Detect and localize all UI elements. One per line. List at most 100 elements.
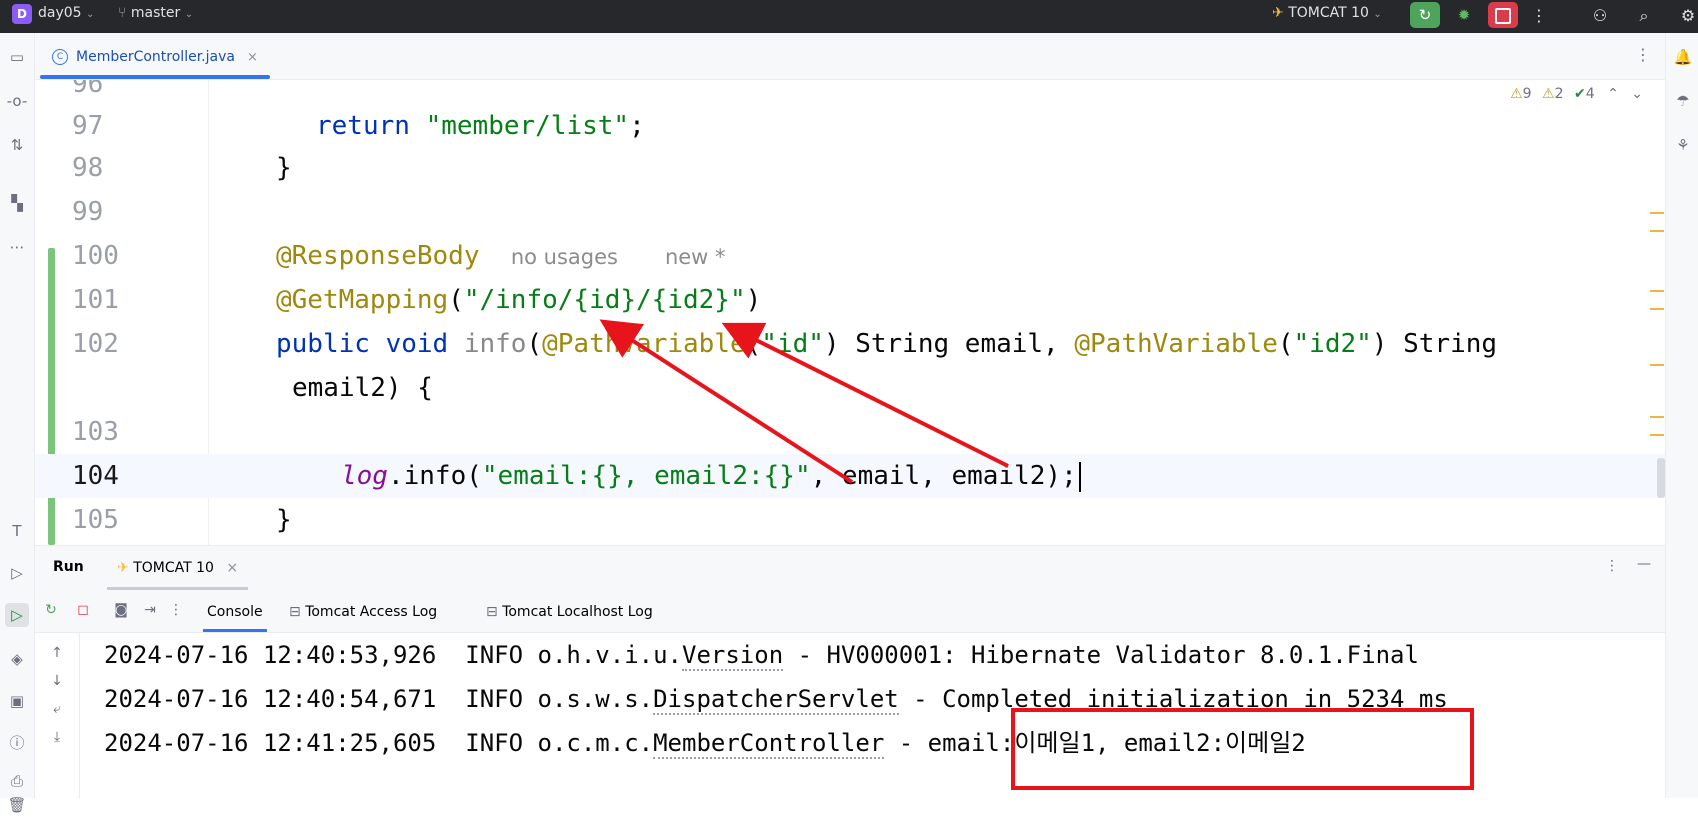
scroll-to-end-icon[interactable]: ⤓ bbox=[47, 727, 67, 747]
scroll-up-icon[interactable]: ↑ bbox=[47, 643, 67, 663]
scroll-marker[interactable] bbox=[1650, 416, 1664, 418]
scroll-marker[interactable] bbox=[1650, 290, 1664, 292]
run-tab-tomcat[interactable]: ✈ TOMCAT 10 × bbox=[107, 552, 249, 590]
chevron-down-icon: ⌄ bbox=[86, 9, 95, 20]
stop-icon[interactable]: ◻ bbox=[73, 600, 93, 620]
services-icon[interactable]: ▷ bbox=[5, 561, 29, 585]
exit-icon[interactable]: ⇥ bbox=[140, 600, 160, 620]
author-hint[interactable]: new * bbox=[665, 245, 726, 269]
notifications-icon[interactable]: 🔔 bbox=[1671, 45, 1695, 69]
log-file-icon: ⊟ bbox=[289, 604, 301, 620]
code-line-wrapped: email2) { bbox=[35, 366, 1665, 410]
more-tools-icon[interactable]: ⋯ bbox=[5, 235, 29, 259]
console-line: 2024-07-16 12:40:53,926 INFO o.h.v.i.u.V… bbox=[104, 635, 1419, 675]
tomcat-icon: ✈ bbox=[1272, 5, 1284, 21]
tab-access-log-label: Tomcat Access Log bbox=[305, 604, 438, 620]
print-icon[interactable]: ⎙ bbox=[5, 769, 29, 793]
python-icon[interactable]: ⚘ bbox=[1671, 133, 1695, 157]
tab-tomcat-access-log[interactable]: ⊟ Tomcat Access Log bbox=[289, 600, 437, 624]
branch-icon: ⑂ bbox=[118, 5, 127, 21]
log-package: o.s.w.s. bbox=[537, 685, 654, 713]
debug-button[interactable]: ✹ bbox=[1449, 2, 1479, 28]
log-class-link[interactable]: MemberController bbox=[653, 729, 885, 759]
project-folder-icon[interactable]: ▭ bbox=[5, 45, 29, 69]
project-badge[interactable]: D bbox=[12, 4, 32, 24]
commit-icon[interactable]: -o- bbox=[5, 89, 29, 113]
rerun-icon[interactable]: ↻ bbox=[41, 600, 61, 620]
log-level: INFO bbox=[465, 729, 524, 757]
code-line: 103 bbox=[35, 410, 1665, 454]
line-number: 96 bbox=[72, 80, 104, 99]
line-number: 104 bbox=[72, 461, 119, 491]
run-subtabs: ↻ ◻ ◙ ⇥ ⋮ Console ⊟ Tomcat Access Log ⊟ … bbox=[35, 590, 1665, 633]
tab-tomcat-localhost-log[interactable]: ⊟ Tomcat Localhost Log bbox=[486, 600, 653, 624]
terminal-icon[interactable]: ▣ bbox=[5, 689, 29, 713]
log-package: o.h.v.i.u. bbox=[537, 641, 683, 669]
log-file-icon: ⊟ bbox=[486, 604, 498, 620]
tomcat-icon: ✈ bbox=[117, 560, 129, 576]
stop-button[interactable] bbox=[1488, 2, 1518, 28]
log-class-link[interactable]: DispatcherServlet bbox=[653, 685, 899, 715]
layers-icon[interactable]: ◈ bbox=[5, 647, 29, 671]
line-number: 97 bbox=[72, 111, 104, 141]
scroll-marker[interactable] bbox=[1650, 230, 1664, 232]
camera-icon[interactable]: ◙ bbox=[111, 600, 131, 620]
usages-hint[interactable]: no usages bbox=[511, 245, 618, 269]
tab-options-icon[interactable]: ⋮ bbox=[1635, 45, 1651, 64]
chevron-down-icon: ⌄ bbox=[1373, 9, 1382, 20]
build-icon[interactable]: T bbox=[5, 519, 29, 543]
close-icon[interactable]: × bbox=[226, 560, 238, 576]
minimize-icon[interactable]: — bbox=[1637, 556, 1651, 572]
run-configuration-selector[interactable]: ✈ TOMCAT 10 ⌄ bbox=[1272, 5, 1382, 21]
console-toolbar: ↑ ↓ ⤶ ⤓ bbox=[35, 633, 80, 799]
stop-icon bbox=[1495, 7, 1511, 24]
line-number: 100 bbox=[72, 241, 119, 271]
code-text: @ResponseBody no usages new * bbox=[276, 241, 726, 271]
scroll-marker[interactable] bbox=[1650, 364, 1664, 366]
code-editor[interactable]: ⚠9 ⚠2 ✔4 ⌃ ⌄ 96 97 return "member/list";… bbox=[35, 80, 1665, 545]
soft-wrap-icon[interactable]: ⤶ bbox=[47, 699, 67, 719]
scroll-marker[interactable] bbox=[1650, 434, 1664, 436]
search-icon[interactable]: ⌕ bbox=[1632, 4, 1656, 28]
structure-icon[interactable]: ▚ bbox=[5, 191, 29, 215]
scrollbar-thumb[interactable] bbox=[1657, 458, 1665, 498]
scroll-marker[interactable] bbox=[1650, 308, 1664, 310]
line-number: 103 bbox=[72, 417, 119, 447]
code-text: public void info(@PathVariable("id") Str… bbox=[276, 329, 1498, 359]
branch-selector[interactable]: ⑂ master ⌄ bbox=[118, 5, 193, 21]
code-line: 100 @ResponseBody no usages new * bbox=[35, 234, 1665, 278]
more-icon[interactable]: ⋮ bbox=[1527, 4, 1551, 28]
add-user-icon[interactable]: ⚇ bbox=[1588, 4, 1612, 28]
scroll-down-icon[interactable]: ↓ bbox=[47, 671, 67, 691]
class-icon: C bbox=[52, 49, 68, 65]
trash-icon[interactable]: 🗑 bbox=[5, 793, 29, 817]
log-time: 2024-07-16 12:40:53,926 bbox=[104, 641, 437, 669]
tab-console[interactable]: Console bbox=[203, 600, 267, 632]
more-icon[interactable]: ⋮ bbox=[166, 600, 186, 620]
problems-icon[interactable]: ⓘ bbox=[5, 731, 29, 755]
log-level: INFO bbox=[465, 685, 524, 713]
pull-requests-icon[interactable]: ⇅ bbox=[5, 133, 29, 157]
code-line: 97 return "member/list"; bbox=[35, 104, 1665, 148]
code-text: log.info("email:{}, email2:{}", email, e… bbox=[341, 454, 1081, 498]
line-number: 99 bbox=[72, 197, 104, 227]
branch-name: master bbox=[130, 5, 181, 21]
close-icon[interactable]: × bbox=[247, 50, 258, 65]
tab-console-label: Console bbox=[207, 604, 263, 620]
more-icon[interactable]: ⋮ bbox=[1605, 558, 1619, 574]
code-line: 96 bbox=[35, 80, 1665, 106]
code-text: @GetMapping("/info/{id}/{id2}") bbox=[276, 285, 762, 315]
scroll-marker[interactable] bbox=[1650, 212, 1664, 214]
code-line: 99 bbox=[35, 190, 1665, 234]
log-package: o.c.m.c. bbox=[537, 729, 654, 757]
chevron-down-icon: ⌄ bbox=[184, 9, 194, 20]
active-tab-indicator bbox=[40, 75, 270, 79]
log-class-link[interactable]: Version bbox=[682, 641, 784, 671]
tab-membercontroller[interactable]: C MemberController.java × bbox=[40, 37, 270, 79]
coverage-icon[interactable]: ☂ bbox=[1671, 89, 1695, 113]
run-icon[interactable]: ▷ bbox=[5, 603, 29, 627]
code-text: } bbox=[276, 505, 292, 535]
settings-icon[interactable]: ⚙ bbox=[1676, 4, 1698, 28]
project-selector[interactable]: day05 ⌄ bbox=[38, 5, 94, 21]
rerun-button[interactable]: ↻ bbox=[1410, 2, 1440, 28]
